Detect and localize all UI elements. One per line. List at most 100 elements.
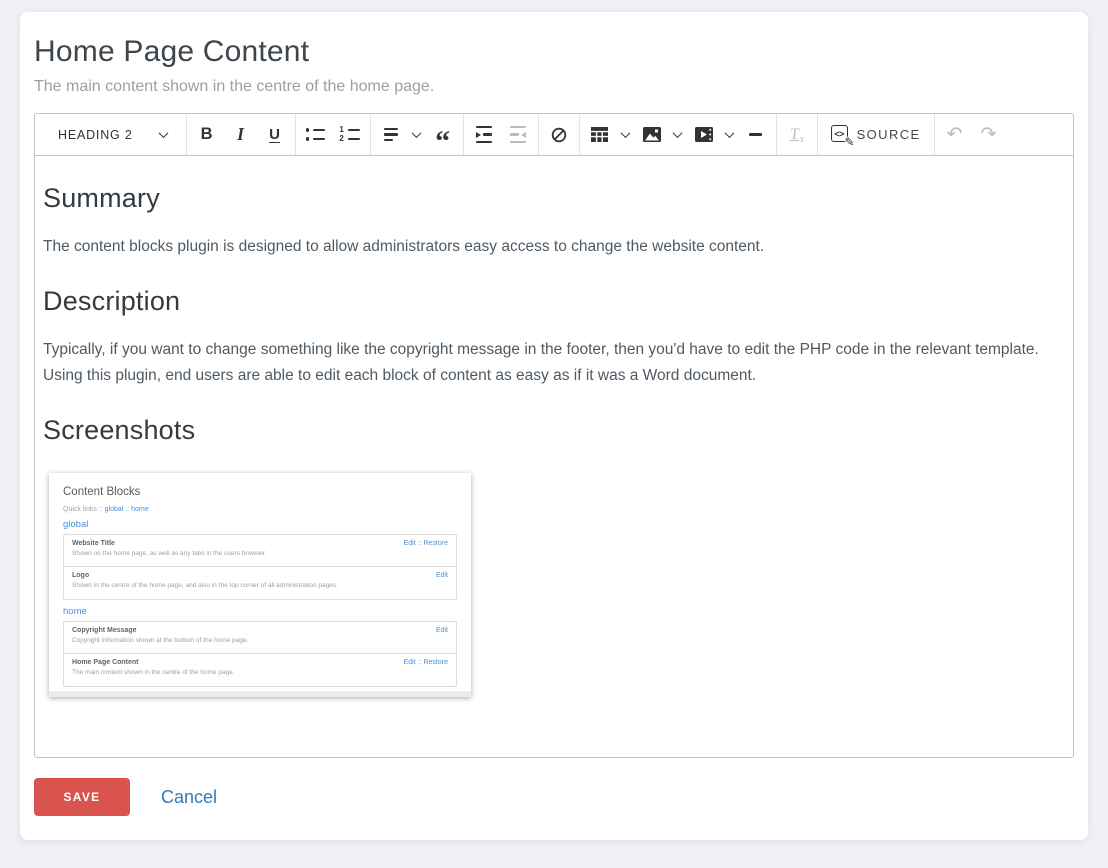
quick-link-global: global xyxy=(105,506,124,513)
numbered-list-button[interactable]: 1 2 xyxy=(333,118,367,152)
horizontal-line-button[interactable] xyxy=(739,118,773,152)
toolbar-separator xyxy=(817,114,818,155)
table-icon xyxy=(590,126,609,143)
numbered-list-icon: 1 2 xyxy=(339,128,360,141)
row-description: Copyright information shown at the botto… xyxy=(72,637,248,644)
actions-separator: :: xyxy=(418,659,422,666)
save-button[interactable]: SAVE xyxy=(34,778,130,816)
row-text: Logo Shown in the centre of the home pag… xyxy=(72,571,338,589)
redo-icon: ↷ xyxy=(981,125,997,144)
table-row: Copyright Message Copyright information … xyxy=(64,622,456,654)
insert-table-chevron[interactable] xyxy=(617,131,635,138)
chevron-down-icon xyxy=(725,128,735,138)
content-blocks-screenshot: Content Blocks Quick links :: global :: … xyxy=(49,473,471,697)
undo-button[interactable]: ↶ xyxy=(938,118,972,152)
bold-button[interactable]: B xyxy=(190,118,224,152)
italic-button[interactable]: I xyxy=(224,118,258,152)
restore-link: Restore xyxy=(423,540,448,547)
description-heading[interactable]: Description xyxy=(43,286,1065,317)
quick-links-separator: :: xyxy=(99,506,103,513)
bulleted-list-icon xyxy=(306,128,326,140)
alignment-dropdown[interactable] xyxy=(374,118,408,152)
toolbar-separator xyxy=(538,114,539,155)
row-description: The main content shown in the centre of … xyxy=(72,669,235,676)
link-icon xyxy=(549,125,569,145)
screenshot-title: Content Blocks xyxy=(63,486,457,498)
chevron-down-icon xyxy=(621,128,631,138)
link-button[interactable] xyxy=(542,118,576,152)
indent-button[interactable] xyxy=(467,118,501,152)
editor-content[interactable]: Summary The content blocks plugin is des… xyxy=(35,156,1073,757)
content-card: Home Page Content The main content shown… xyxy=(20,12,1088,840)
table-row: Website Title Shown on the home page, as… xyxy=(64,535,456,567)
align-left-icon xyxy=(384,128,398,142)
summary-paragraph[interactable]: The content blocks plugin is designed to… xyxy=(43,234,1053,260)
row-title: Copyright Message xyxy=(72,627,248,634)
toolbar-separator xyxy=(186,114,187,155)
remove-format-t: T xyxy=(790,126,799,143)
indent-icon xyxy=(476,126,492,143)
heading-dropdown[interactable]: HEADING 2 xyxy=(35,128,183,142)
edit-link: Edit xyxy=(404,659,416,666)
italic-icon: I xyxy=(237,124,244,145)
screenshot-quick-links: Quick links :: global :: home xyxy=(63,506,457,513)
horizontal-line-icon xyxy=(749,133,762,135)
description-paragraph[interactable]: Typically, if you want to change somethi… xyxy=(43,337,1053,389)
bold-icon: B xyxy=(201,125,213,144)
screenshots-heading[interactable]: Screenshots xyxy=(43,415,1065,446)
source-button[interactable]: <> ✎ SOURCE xyxy=(821,118,931,152)
redo-button[interactable]: ↷ xyxy=(972,118,1006,152)
quick-links-separator: :: xyxy=(125,506,129,513)
restore-link: Restore xyxy=(423,659,448,666)
insert-table-dropdown[interactable] xyxy=(583,118,617,152)
edit-link: Edit xyxy=(404,540,416,547)
edit-link: Edit xyxy=(436,627,448,634)
bulleted-list-button[interactable] xyxy=(299,118,333,152)
undo-icon: ↶ xyxy=(947,125,963,144)
source-button-label: SOURCE xyxy=(857,127,921,142)
cancel-link[interactable]: Cancel xyxy=(161,787,217,808)
chevron-down-icon xyxy=(158,128,168,138)
insert-image-chevron[interactable] xyxy=(669,131,687,138)
row-actions: Edit :: Restore xyxy=(404,540,448,547)
quick-link-home: home xyxy=(131,506,149,513)
block-quote-button[interactable]: “ xyxy=(426,118,460,152)
row-description: Shown in the centre of the home page, an… xyxy=(72,582,338,589)
group-heading-global: global xyxy=(63,519,457,530)
summary-heading[interactable]: Summary xyxy=(43,183,1065,214)
group-heading-home: home xyxy=(63,606,457,617)
toolbar-separator xyxy=(776,114,777,155)
screenshot-table: Website Title Shown on the home page, as… xyxy=(63,534,457,600)
numbered-list-digit: 2 xyxy=(339,137,344,141)
insert-media-dropdown[interactable] xyxy=(687,118,721,152)
row-text: Website Title Shown on the home page, as… xyxy=(72,539,266,557)
pencil-icon: ✎ xyxy=(845,135,855,149)
edit-link: Edit xyxy=(436,572,448,579)
remove-format-x: x xyxy=(800,134,805,144)
row-title: Logo xyxy=(72,572,338,579)
toolbar-separator xyxy=(370,114,371,155)
table-row: Home Page Content The main content shown… xyxy=(64,654,456,686)
insert-image-dropdown[interactable] xyxy=(635,118,669,152)
page-title: Home Page Content xyxy=(34,35,1074,69)
chevron-down-icon xyxy=(412,128,422,138)
remove-format-icon: Tx xyxy=(790,126,803,144)
toolbar-separator xyxy=(463,114,464,155)
alignment-dropdown-chevron[interactable] xyxy=(408,131,426,138)
page-subtitle: The main content shown in the centre of … xyxy=(34,78,1074,96)
row-title: Website Title xyxy=(72,540,266,547)
editor-toolbar: HEADING 2 B I U 1 xyxy=(35,114,1073,156)
outdent-icon xyxy=(510,126,526,143)
screenshot-bottom-strip xyxy=(49,691,471,697)
row-title: Home Page Content xyxy=(72,659,235,666)
insert-media-chevron[interactable] xyxy=(721,131,739,138)
remove-format-button[interactable]: Tx xyxy=(780,118,814,152)
underline-icon: U xyxy=(269,126,280,143)
screenshot-image[interactable]: Content Blocks Quick links :: global :: … xyxy=(49,473,471,697)
underline-button[interactable]: U xyxy=(258,118,292,152)
rich-text-editor: HEADING 2 B I U 1 xyxy=(34,113,1074,758)
actions-separator: :: xyxy=(418,540,422,547)
toolbar-separator xyxy=(579,114,580,155)
outdent-button[interactable] xyxy=(501,118,535,152)
block-quote-icon: “ xyxy=(435,125,450,145)
